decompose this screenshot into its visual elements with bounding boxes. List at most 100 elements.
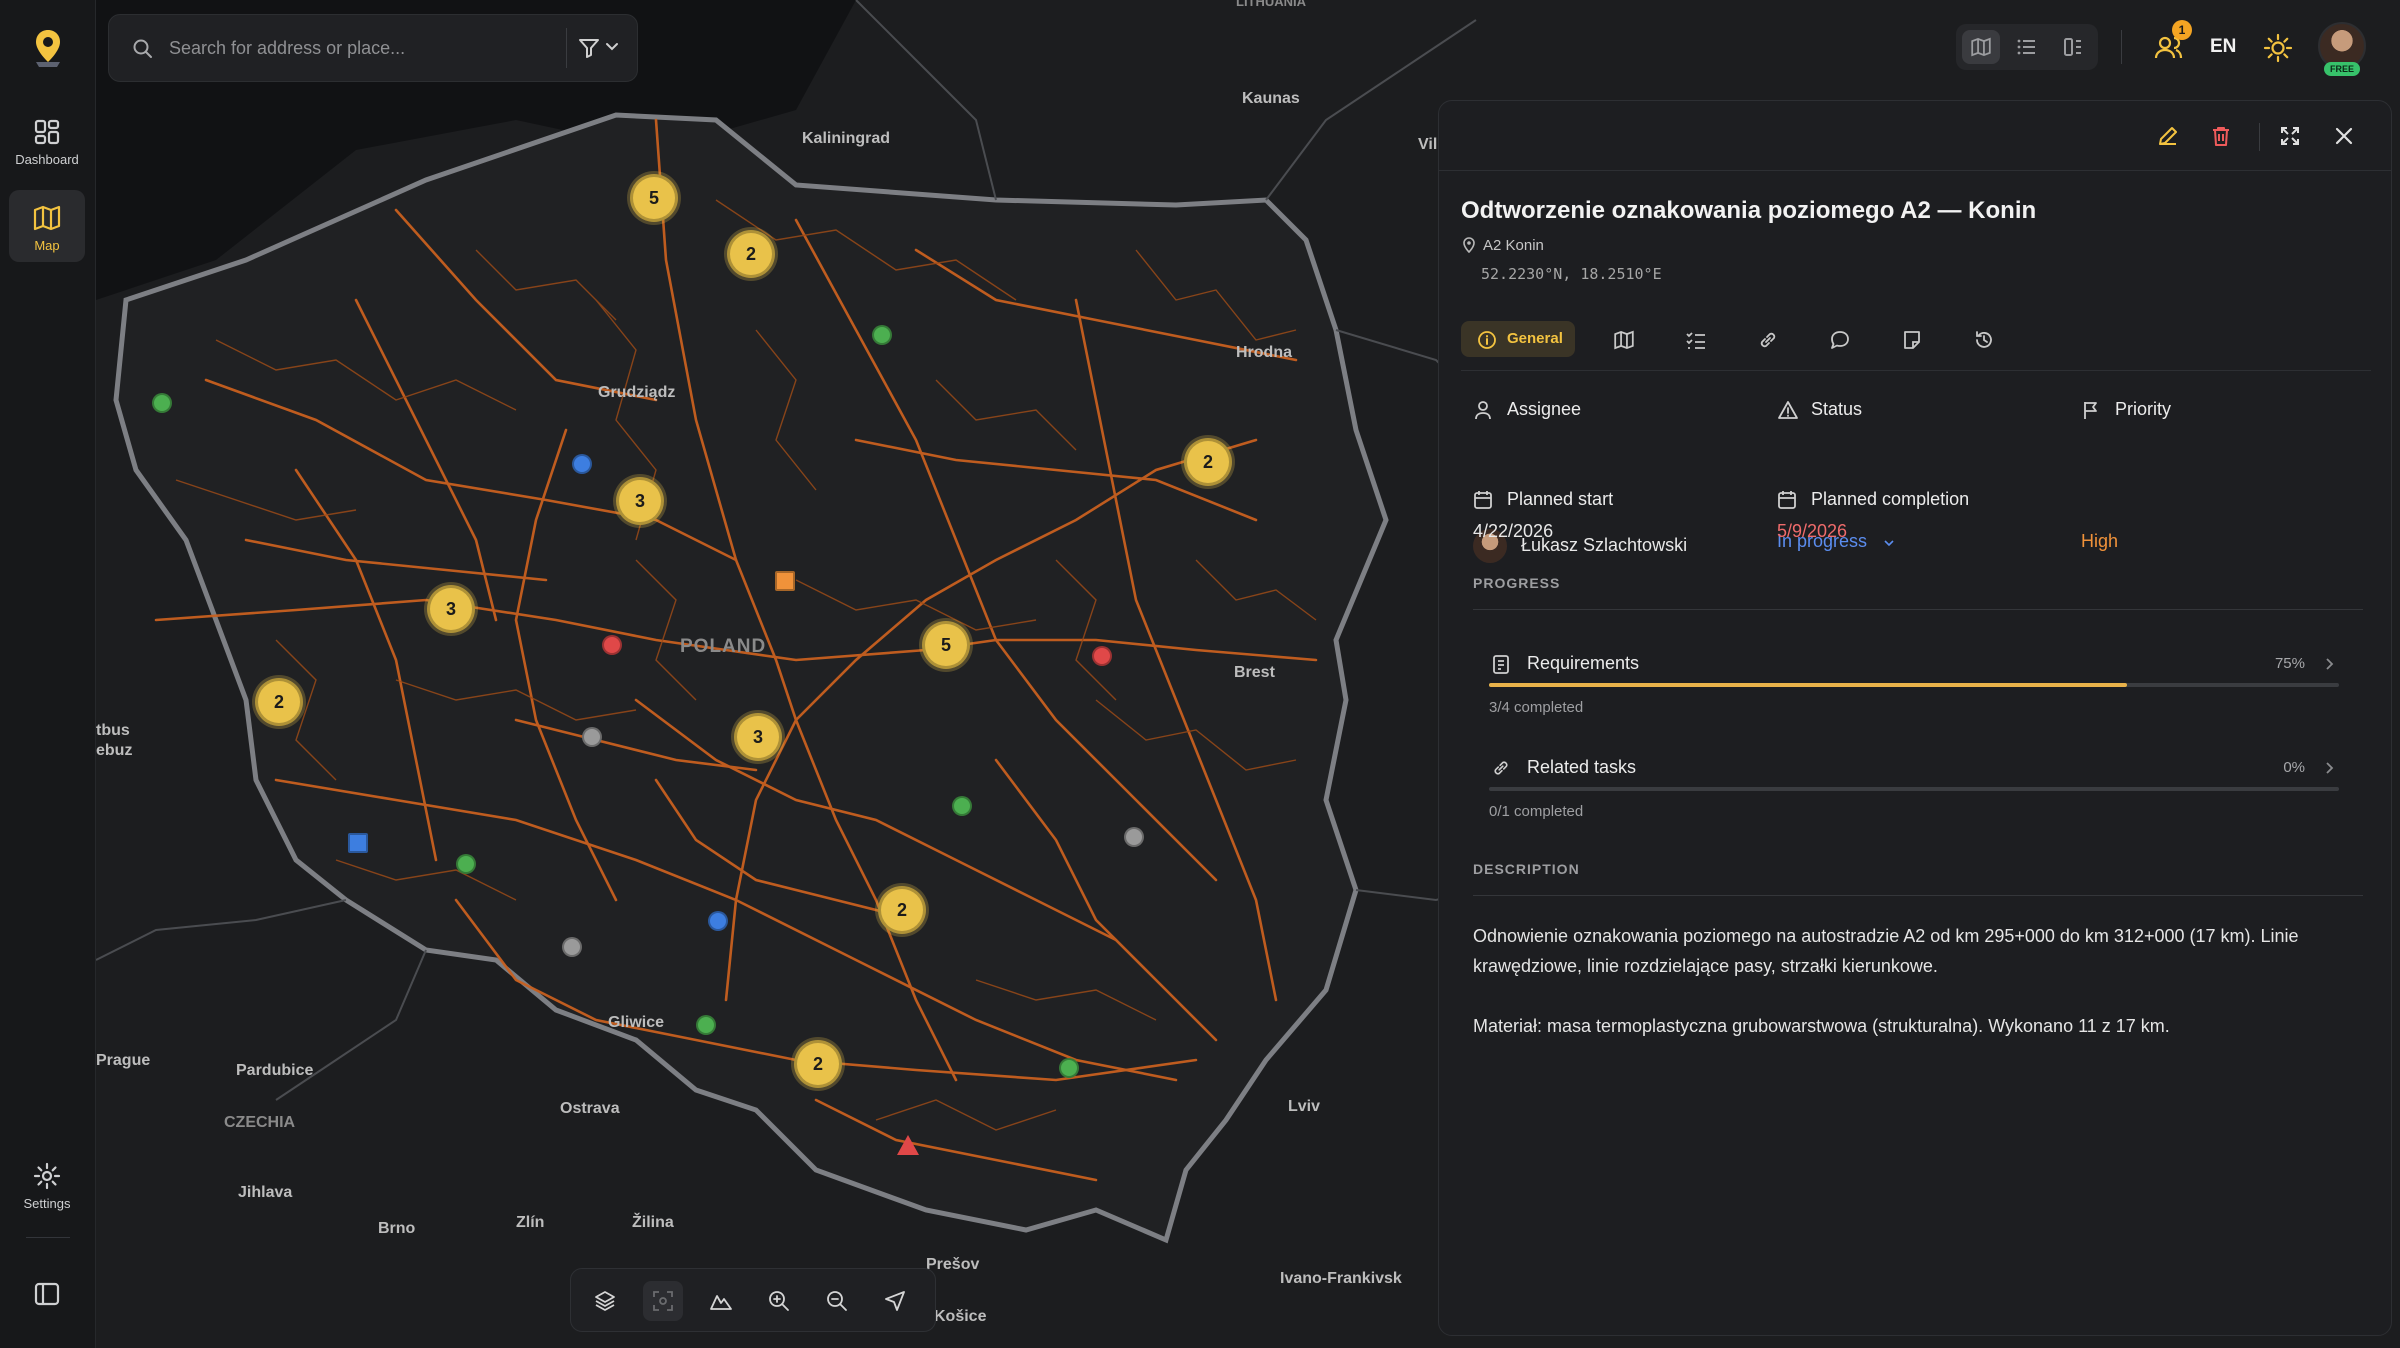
list-icon [2017,39,2035,55]
task-marker[interactable] [572,454,592,474]
delete-button[interactable] [2204,119,2238,153]
map-label: tbus [96,722,130,739]
panel-tabs: General [1461,319,2371,371]
fit-bounds-button[interactable] [643,1281,683,1321]
header-divider [2259,123,2260,151]
marker-cluster[interactable]: 2 [794,1040,842,1088]
priority-label: Priority [2081,399,2321,423]
search-bar [108,14,649,82]
marker-cluster[interactable]: 3 [427,585,475,633]
zoom-out-icon [827,1291,847,1311]
priority-value: High [2081,531,2119,551]
map-label: Gliwice [608,1014,665,1031]
related-tasks-progress[interactable]: Related tasks 0% 0/1 completed [1489,757,2339,847]
sidebar-toggle-icon [34,1282,60,1306]
location-pin-icon [1463,237,1475,253]
tab-map[interactable] [1603,321,1643,357]
marker-cluster[interactable]: 5 [922,621,970,669]
expand-button[interactable] [2273,119,2307,153]
section-divider [1473,609,2363,610]
gear-icon [33,1162,61,1190]
marker-cluster[interactable]: 2 [878,886,926,934]
flag-icon [2084,402,2097,419]
task-marker[interactable] [708,911,728,931]
marker-cluster[interactable]: 2 [727,230,775,278]
requirements-progress[interactable]: Requirements 75% 3/4 completed [1489,653,2339,743]
task-marker[interactable] [1124,827,1144,847]
tab-history[interactable] [1963,321,2003,357]
marker-cluster[interactable]: 2 [1184,438,1232,486]
map-label: ebuz [96,742,133,759]
sticky-note-icon [1904,331,1920,349]
dashboard-icon [34,119,60,145]
location-text: A2 Konin [1483,237,1544,254]
task-coordinates: 52.2230°N, 18.2510°E [1481,265,1662,283]
tab-general[interactable]: General [1461,321,1575,357]
layers-button[interactable] [585,1281,625,1321]
task-marker[interactable] [1059,1058,1079,1078]
map-label: Pardubice [236,1062,314,1079]
user-icon [1475,401,1491,420]
marker-cluster[interactable]: 5 [630,174,678,222]
app-logo[interactable] [26,26,70,70]
map-label: LITHUANIA [1236,0,1307,9]
tab-notes[interactable] [1891,321,1931,357]
collapse-sidebar-button[interactable] [33,1280,61,1308]
task-marker[interactable] [696,1015,716,1035]
map-icon [1614,330,1634,350]
section-divider [1473,895,2363,896]
layers-icon [595,1291,615,1311]
task-marker[interactable] [1092,646,1112,666]
task-marker[interactable] [348,833,368,853]
sidebar-item-map[interactable]: Map [9,190,85,262]
zoom-in-icon [769,1291,789,1311]
sidebar-item-dashboard[interactable]: Dashboard [9,104,85,176]
task-marker[interactable] [152,393,172,413]
task-marker[interactable] [775,571,795,591]
mountain-icon [710,1295,732,1310]
language-switcher[interactable]: EN [2210,36,2236,58]
map-label: Ostrava [560,1100,620,1117]
task-marker[interactable] [456,854,476,874]
sidebar-item-label: Settings [23,1196,71,1211]
marker-cluster[interactable]: 2 [255,678,303,726]
map-label: Zlín [516,1214,545,1231]
clipboard-icon [1493,655,1509,674]
focus-icon [653,1291,673,1311]
tab-links[interactable] [1747,321,1787,357]
task-marker[interactable] [872,325,892,345]
zoom-in-button[interactable] [759,1281,799,1321]
link-icon [1760,332,1776,348]
marker-cluster[interactable]: 3 [734,713,782,761]
progress-bar [1489,683,2339,687]
assignee-label: Assignee [1473,399,1733,423]
task-marker[interactable] [952,796,972,816]
terrain-button[interactable] [701,1281,741,1321]
task-marker[interactable] [602,635,622,655]
expand-icon [2281,127,2299,145]
tab-comments[interactable] [1819,321,1859,357]
locate-me-button[interactable] [875,1281,915,1321]
map-label: CZECHIA [224,1114,296,1131]
edit-button[interactable] [2151,119,2185,153]
sidebar-item-settings[interactable]: Settings [9,1148,85,1220]
split-view-button[interactable] [2054,30,2092,64]
location-pin-icon [36,30,60,67]
theme-toggle[interactable] [2260,30,2296,66]
filter-button[interactable] [566,28,628,68]
zoom-out-button[interactable] [817,1281,857,1321]
list-view-button[interactable] [2008,30,2046,64]
panel-header [1439,101,2391,171]
task-marker-triangle[interactable] [896,1134,920,1156]
sun-icon [2263,33,2293,63]
close-button[interactable] [2327,119,2361,153]
map-label: Prešov [926,1256,980,1273]
tab-checklist[interactable] [1675,321,1715,357]
task-marker[interactable] [582,727,602,747]
marker-cluster[interactable]: 3 [616,477,664,525]
task-marker[interactable] [562,937,582,957]
map-label: Hrodna [1236,344,1292,361]
map-icon [1971,37,1991,57]
map-label: Brno [378,1220,416,1237]
map-view-button[interactable] [1962,30,2000,64]
